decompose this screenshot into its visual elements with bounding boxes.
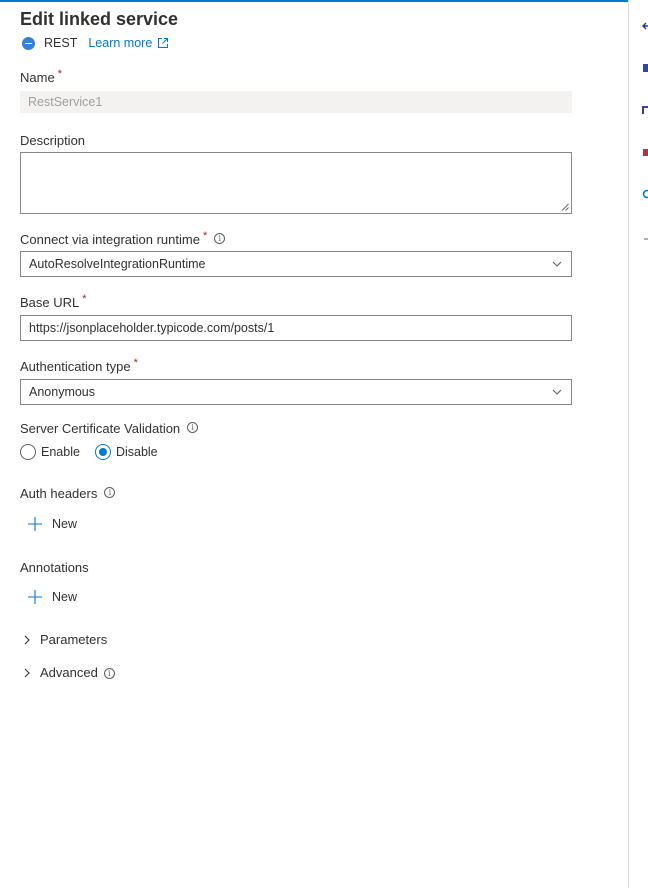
radio-disable-circle[interactable]	[94, 444, 111, 460]
server-cert-radio-group: Enable Disable	[20, 444, 173, 460]
chevron-down-icon	[552, 261, 562, 267]
description-textarea[interactable]	[20, 152, 572, 214]
required-marker: *	[82, 293, 87, 305]
auth-headers-new-label: New	[52, 517, 78, 531]
database-icon	[643, 64, 648, 72]
annotations-new-button[interactable]: New	[27, 589, 77, 605]
rest-service-icon	[22, 36, 35, 50]
panel-title: Edit linked service	[20, 9, 179, 29]
learn-more-link[interactable]: Learn more	[88, 36, 169, 50]
arrow-icon	[642, 22, 648, 30]
server-cert-label-text: Server Certificate Validation	[20, 421, 181, 436]
name-field: RestService1	[20, 91, 572, 113]
annotations-new-label: New	[52, 590, 78, 604]
gear-icon	[642, 189, 648, 199]
parameters-expander[interactable]: Parameters	[22, 632, 107, 647]
base-url-label-text: Base URL	[20, 295, 80, 310]
chevron-down-icon	[552, 389, 562, 395]
chevron-right-icon	[24, 635, 30, 644]
integration-runtime-label: Connect via integration runtime * i	[20, 230, 226, 247]
info-icon[interactable]: i	[214, 233, 226, 244]
description-label: Description	[20, 133, 86, 148]
resize-grip-icon[interactable]	[561, 203, 569, 211]
advanced-label: Advanced	[40, 665, 98, 680]
auth-headers-label: Auth headers i	[20, 486, 116, 501]
chevron-right-icon	[24, 668, 30, 677]
required-marker: *	[133, 357, 138, 369]
plus-icon	[28, 590, 42, 604]
auth-type-select[interactable]: Anonymous	[20, 379, 572, 405]
background-page-edge	[628, 0, 648, 888]
info-icon[interactable]: i	[103, 668, 115, 679]
integration-runtime-value: AutoResolveIntegrationRuntime	[29, 257, 206, 271]
info-icon[interactable]: i	[104, 487, 116, 498]
auth-headers-label-text: Auth headers	[20, 486, 98, 501]
auth-type-label: Authentication type *	[20, 357, 138, 374]
learn-more-text: Learn more	[88, 36, 153, 50]
top-accent-line	[0, 0, 628, 2]
service-type-label: REST	[44, 36, 78, 50]
base-url-label: Base URL *	[20, 293, 87, 310]
auth-type-label-text: Authentication type	[20, 359, 131, 374]
parameters-label: Parameters	[40, 632, 108, 647]
name-label: Name *	[20, 68, 62, 85]
integration-runtime-label-text: Connect via integration runtime	[20, 232, 200, 247]
advanced-expander[interactable]: Advanced i	[22, 665, 115, 680]
required-marker: *	[57, 68, 62, 80]
radio-enable-circle[interactable]	[20, 444, 36, 460]
info-icon[interactable]: i	[187, 422, 199, 433]
required-marker: *	[202, 230, 208, 242]
integration-runtime-select[interactable]: AutoResolveIntegrationRuntime	[20, 251, 572, 277]
edit-linked-service-panel: Edit linked service REST Learn more Name…	[0, 0, 628, 888]
auth-headers-new-button[interactable]: New	[27, 516, 77, 532]
dataset-icon	[642, 106, 648, 114]
base-url-value: https://jsonplaceholder.typicode.com/pos…	[29, 321, 275, 335]
auth-type-value: Anonymous	[29, 385, 96, 399]
name-label-text: Name	[20, 70, 55, 85]
radio-disable[interactable]: Disable	[94, 444, 158, 460]
base-url-input[interactable]: https://jsonplaceholder.typicode.com/pos…	[20, 315, 572, 341]
radio-disable-label: Disable	[115, 445, 158, 459]
dash-icon	[644, 238, 648, 240]
radio-enable-label: Enable	[41, 445, 80, 459]
external-link-icon	[158, 38, 169, 48]
storage-icon	[643, 149, 648, 156]
plus-icon	[28, 517, 42, 531]
server-cert-label: Server Certificate Validation i	[20, 421, 199, 436]
annotations-label: Annotations	[20, 560, 89, 575]
service-type-row: REST Learn more	[22, 34, 169, 52]
radio-enable[interactable]: Enable	[20, 444, 80, 460]
